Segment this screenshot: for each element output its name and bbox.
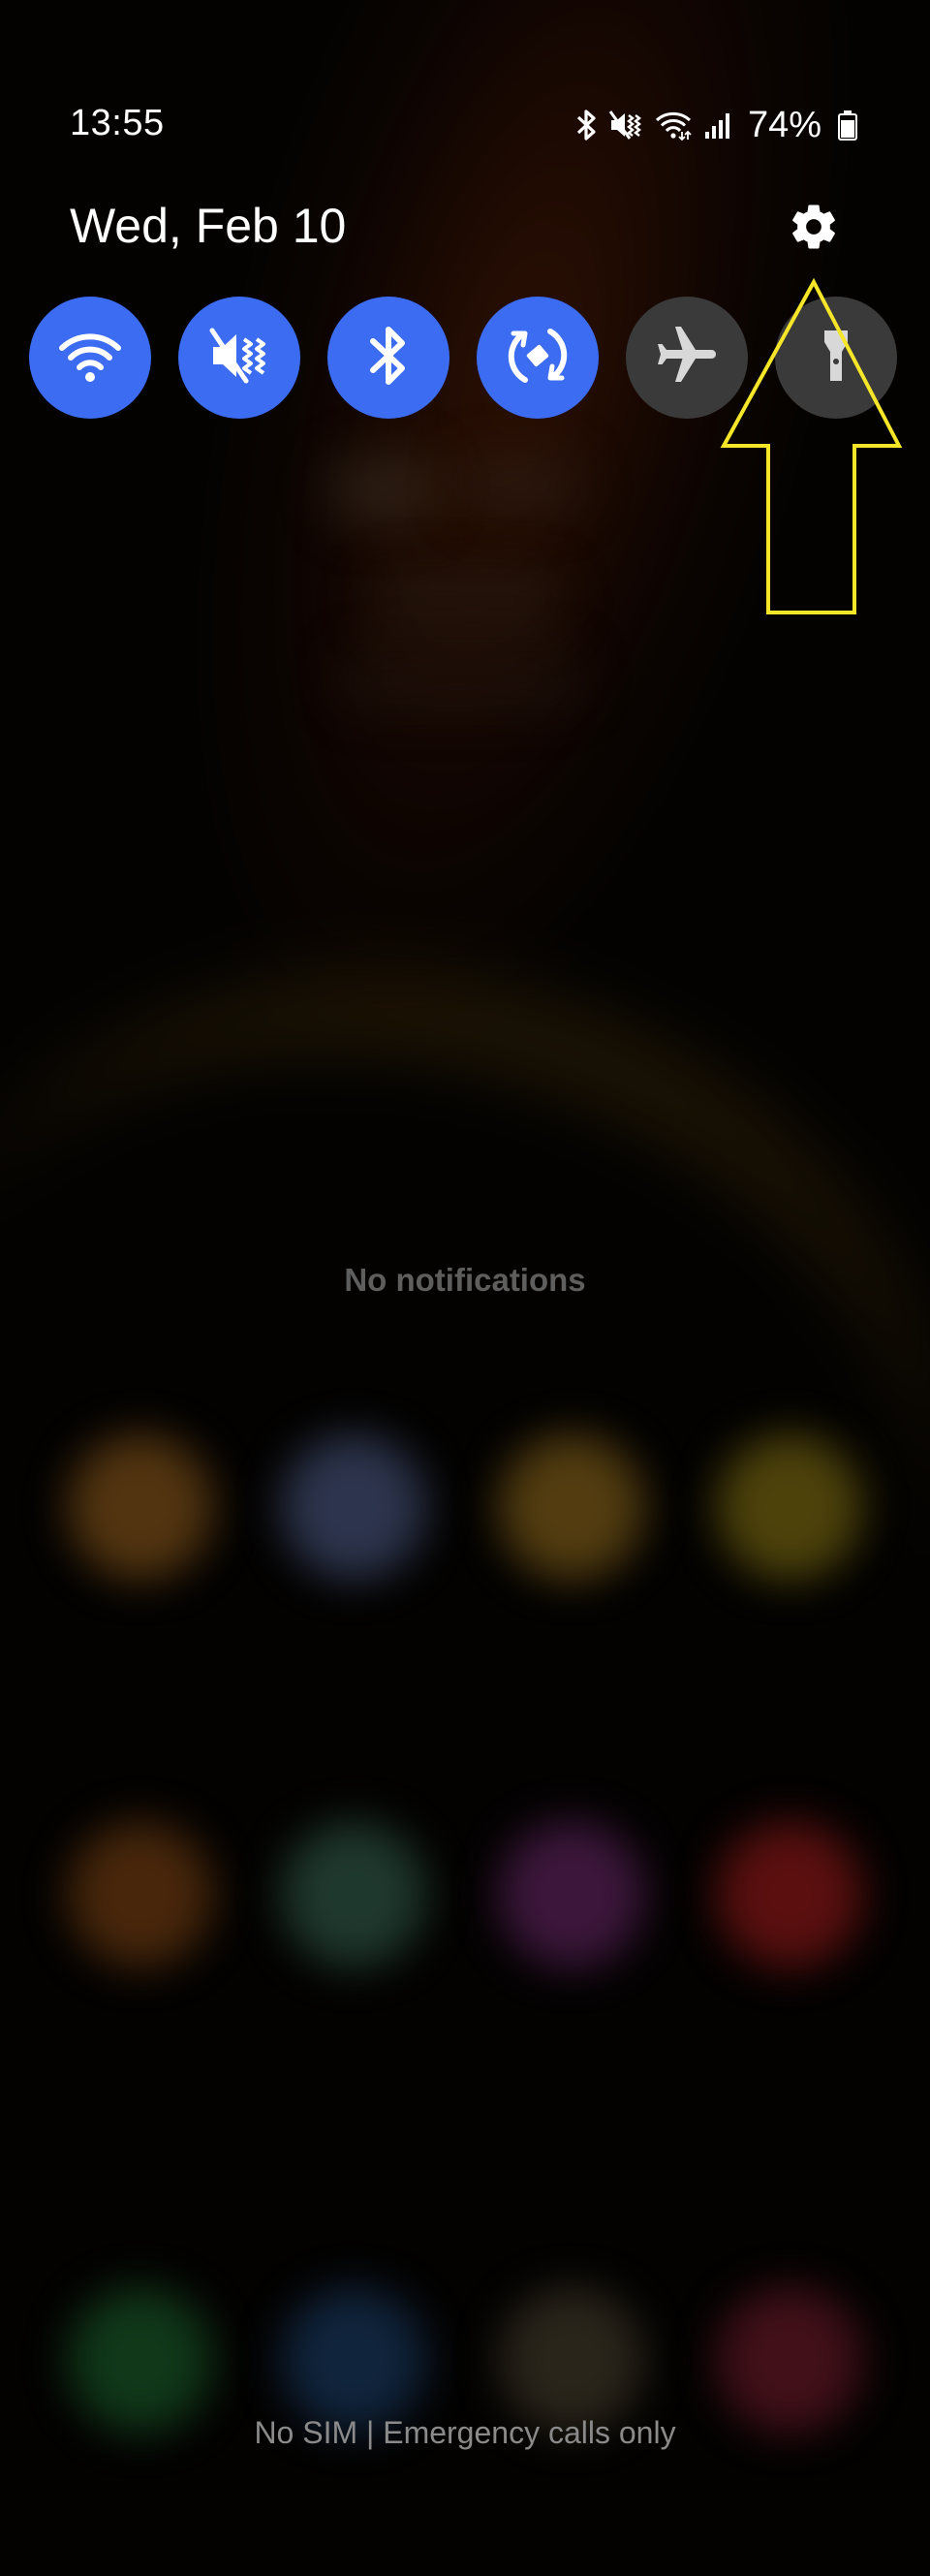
blurred-app-icon — [68, 1434, 213, 1580]
blurred-app-icon — [717, 2287, 862, 2433]
status-bar: 13:55 74% — [0, 89, 930, 161]
blurred-app-icon — [281, 1434, 426, 1580]
arrow-annotation — [720, 277, 903, 614]
wifi-toggle[interactable] — [29, 297, 151, 419]
battery-icon — [837, 110, 858, 141]
quick-panel-date: Wed, Feb 10 — [70, 199, 347, 253]
battery-percent: 74% — [747, 104, 822, 145]
blurred-app-icon — [68, 2287, 213, 2433]
blurred-widget — [455, 456, 581, 514]
auto-rotate-toggle[interactable] — [477, 297, 599, 419]
blurred-app-icon — [281, 2287, 426, 2433]
carrier-status-text: No SIM | Emergency calls only — [254, 2415, 676, 2450]
blurred-app-icon — [499, 1822, 644, 1967]
blurred-app-icon — [717, 1434, 862, 1580]
wifi-icon — [655, 109, 692, 141]
mute-icon — [207, 326, 271, 391]
blurred-app-icon — [717, 1822, 862, 1967]
blurred-widget — [329, 456, 436, 523]
blurred-app-icon — [499, 2287, 644, 2433]
wifi-icon — [58, 327, 122, 390]
auto-rotate-icon — [504, 322, 572, 394]
airplane-icon — [652, 321, 722, 395]
status-time: 13:55 — [70, 103, 165, 143]
no-notifications-text: No notifications — [344, 1262, 586, 1298]
blurred-widget — [339, 649, 581, 707]
bluetooth-icon — [367, 324, 410, 393]
blurred-app-icon — [281, 1822, 426, 1967]
blurred-app-icon — [499, 1434, 644, 1580]
gear-icon — [788, 201, 840, 258]
settings-button[interactable] — [787, 202, 841, 256]
blurred-app-icon — [68, 1822, 213, 1967]
vibrate-mute-icon — [608, 109, 643, 141]
bluetooth-icon — [575, 109, 597, 141]
status-icons: 74% — [575, 103, 858, 147]
sound-toggle[interactable] — [178, 297, 300, 419]
blurred-widget — [368, 572, 562, 630]
signal-icon — [703, 110, 732, 140]
bluetooth-toggle[interactable] — [327, 297, 450, 419]
